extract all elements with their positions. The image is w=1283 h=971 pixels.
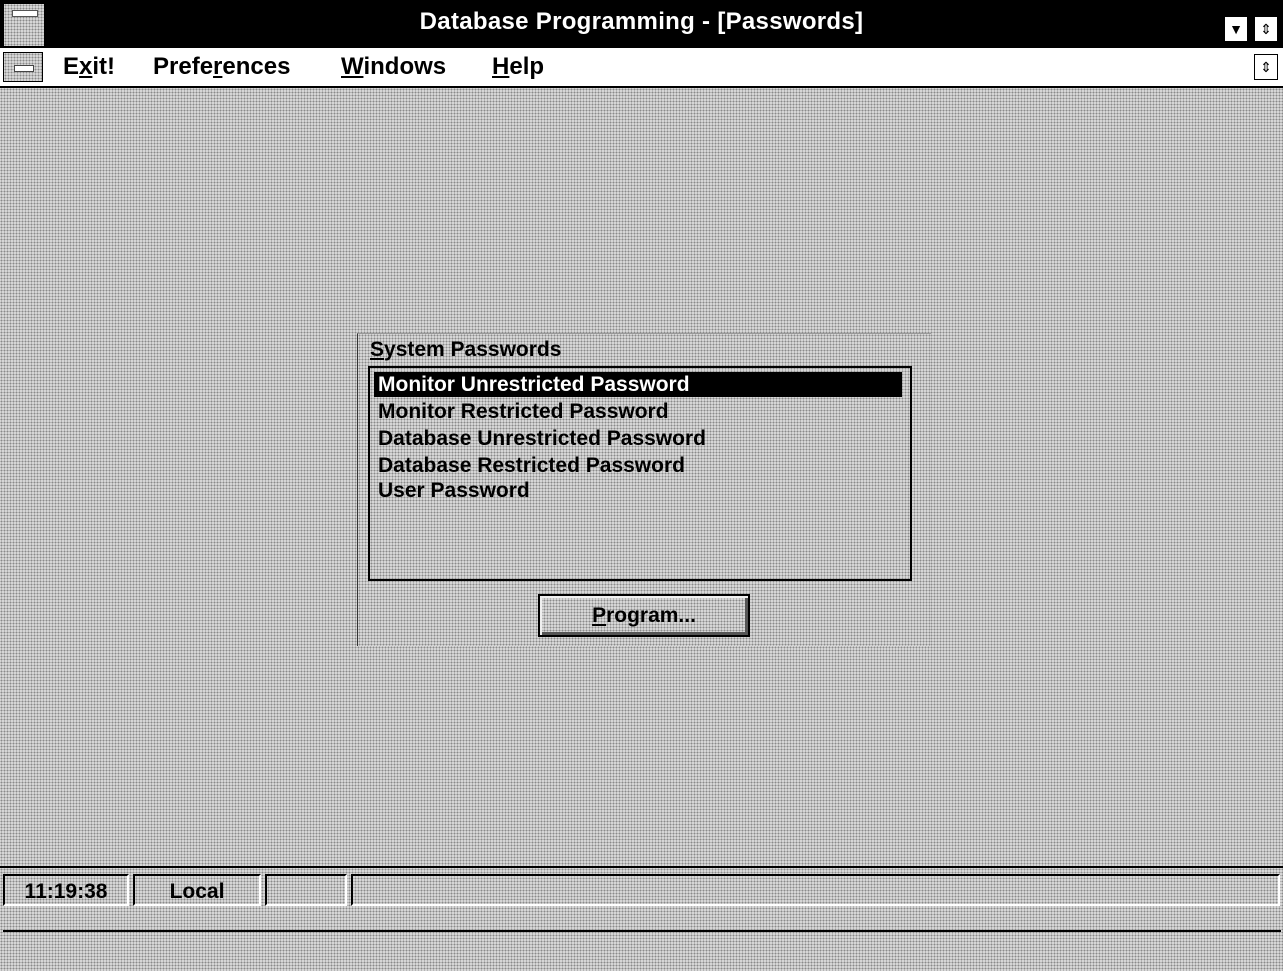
menu-windows-mnemonic: W bbox=[341, 53, 364, 80]
system-passwords-label: System Passwords bbox=[370, 338, 561, 362]
list-item[interactable]: Database Restricted Password bbox=[374, 453, 689, 478]
menu-windows[interactable]: Windows bbox=[341, 53, 446, 81]
up-down-arrows-icon: ⇕ bbox=[1260, 59, 1272, 75]
program-mnemonic: P bbox=[592, 604, 607, 627]
menu-preferences-text: Prefe bbox=[153, 53, 214, 80]
status-time: 11:19:38 bbox=[3, 874, 129, 906]
up-down-arrows-icon: ⇕ bbox=[1260, 21, 1272, 37]
title-bar: Database Programming - [Passwords] ▼ ⇕ bbox=[0, 0, 1283, 48]
menu-preferences[interactable]: Preferences bbox=[153, 53, 290, 81]
window-title: Database Programming - [Passwords] bbox=[419, 8, 864, 35]
menu-help-text: elp bbox=[509, 53, 545, 80]
program-label: rogram... bbox=[606, 604, 696, 627]
password-listbox[interactable]: Monitor Unrestricted Password Monitor Re… bbox=[368, 366, 912, 581]
list-item[interactable]: Monitor Unrestricted Password bbox=[374, 372, 902, 397]
status-field-message bbox=[351, 874, 1280, 906]
status-line-2 bbox=[3, 930, 1281, 968]
menu-exit-text: E bbox=[63, 53, 80, 80]
menu-preferences-mnemonic: r bbox=[213, 53, 223, 80]
status-field-empty bbox=[265, 874, 347, 906]
menu-help-mnemonic: H bbox=[492, 53, 510, 80]
list-item[interactable]: Monitor Restricted Password bbox=[374, 399, 673, 424]
list-item[interactable]: User Password bbox=[374, 478, 534, 503]
label-text: ystem Passwords bbox=[384, 338, 562, 361]
menu-help[interactable]: Help bbox=[492, 53, 544, 81]
label-mnemonic: S bbox=[370, 338, 385, 361]
menu-windows-text: indows bbox=[363, 53, 447, 80]
list-item[interactable]: Database Unrestricted Password bbox=[374, 426, 710, 451]
restore-button[interactable]: ⇕ bbox=[1254, 16, 1278, 42]
document-restore-button[interactable]: ⇕ bbox=[1254, 54, 1278, 80]
menu-exit[interactable]: Exit! bbox=[63, 53, 115, 81]
menu-exit-text-rest: it! bbox=[92, 53, 116, 80]
status-bar: 11:19:38 Local bbox=[0, 866, 1283, 971]
status-mode: Local bbox=[133, 874, 261, 906]
minimize-button[interactable]: ▼ bbox=[1224, 16, 1248, 42]
document-menu-button[interactable] bbox=[3, 52, 43, 82]
document-menu-icon bbox=[14, 65, 34, 72]
program-button[interactable]: Program... bbox=[538, 594, 750, 637]
down-arrow-icon: ▼ bbox=[1229, 21, 1243, 37]
menu-preferences-text-rest: ences bbox=[222, 53, 291, 80]
menu-exit-mnemonic: x bbox=[79, 53, 93, 80]
